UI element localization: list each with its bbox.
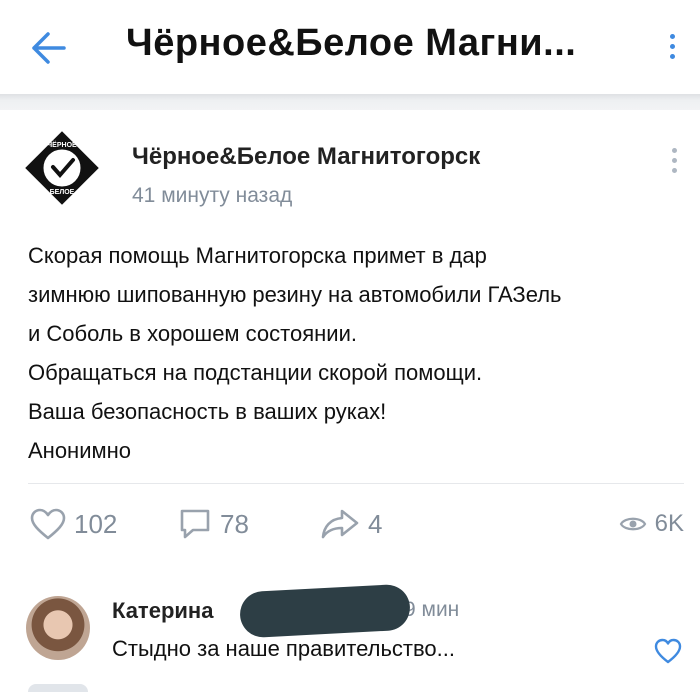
commenter-avatar[interactable] <box>26 596 90 660</box>
eye-icon <box>619 517 646 531</box>
header-separator <box>0 94 700 110</box>
next-comment-avatar <box>28 684 88 692</box>
back-arrow-icon[interactable] <box>28 30 68 66</box>
share-icon <box>321 509 359 539</box>
logo-text-top: ЧЁРНОЕ <box>47 141 77 149</box>
heart-icon <box>30 508 66 540</box>
logo-text-bottom: БЕЛОЕ <box>50 189 75 196</box>
post-more-icon[interactable] <box>670 148 678 178</box>
like-count: 102 <box>74 508 118 539</box>
top-bar: Чёрное&Белое Магни... <box>0 0 700 92</box>
comment-button[interactable]: 78 <box>178 506 249 542</box>
comment-icon <box>180 509 210 539</box>
redaction-mark <box>238 583 412 639</box>
more-options-icon[interactable] <box>668 34 676 64</box>
post-timestamp: 41 минуту назад <box>132 184 293 207</box>
comment-time: 9 мин <box>404 598 460 621</box>
post-card: ЧЁРНОЕ БЕЛОЕ Чёрное&Белое Магнитогорск 4… <box>0 110 700 692</box>
post-text: Скорая помощь Магнитогорска примет в дар… <box>28 236 678 470</box>
post-text-line: Анонимно <box>28 438 132 463</box>
share-button[interactable]: 4 <box>320 506 382 542</box>
page-title: Чёрное&Белое Магни... <box>126 22 577 64</box>
comment-author[interactable]: Катерина <box>112 598 213 624</box>
post-text-line: Обращаться на подстанции скорой помощи. <box>28 360 483 385</box>
comment-count: 78 <box>220 508 249 539</box>
post-actions: 102 78 4 6K <box>0 498 700 554</box>
post-text-line: зимнюю шипованную резину на автомобили Г… <box>28 282 562 307</box>
comment-text: Стыдно за наше правительство... <box>112 636 456 661</box>
share-count: 4 <box>368 508 383 539</box>
views-count: 6K <box>654 510 684 537</box>
post-text-line: Ваша безопасность в ваших руках! <box>28 399 387 424</box>
divider <box>28 483 684 484</box>
post-text-line: Скорая помощь Магнитогорска примет в дар <box>28 243 487 268</box>
like-button[interactable]: 102 <box>30 506 117 542</box>
group-name[interactable]: Чёрное&Белое Магнитогорск <box>132 143 480 171</box>
views-counter: 6K <box>619 506 684 542</box>
comment-item: Катерина 9 мин Стыдно за наше правительс… <box>0 578 700 682</box>
post-text-line: и Соболь в хорошем состоянии. <box>28 321 357 346</box>
group-logo[interactable]: ЧЁРНОЕ БЕЛОЕ <box>24 130 100 206</box>
comment-like-icon[interactable] <box>654 638 682 664</box>
